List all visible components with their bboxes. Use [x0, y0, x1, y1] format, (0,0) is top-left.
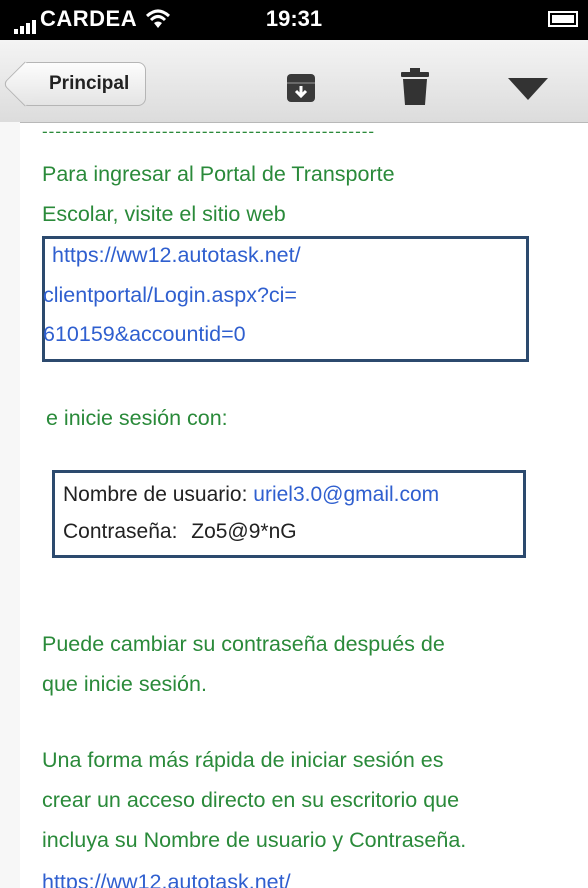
portal-link-highlight: https://ww12.autotask.net/ clientportal/… [42, 236, 529, 362]
battery-icon [548, 11, 578, 27]
trash-icon[interactable] [400, 68, 430, 106]
divider-line: ----------------------------------------… [42, 122, 376, 141]
back-button-label: Principal [49, 73, 130, 94]
clock: 19:31 [265, 6, 323, 31]
login-prompt: e inicie sesión con: [46, 406, 228, 430]
password-label: Contraseña: [63, 520, 178, 543]
left-edge [0, 122, 20, 888]
email-body: ----------------------------------------… [20, 122, 588, 888]
mail-toolbar: Principal [0, 40, 588, 123]
intro-text-line1: Para ingresar al Portal de Transporte [42, 162, 395, 186]
archive-icon[interactable] [286, 73, 316, 103]
status-bar: CARDEA 19:31 [0, 0, 588, 40]
portal-link-line2[interactable]: clientportal/Login.aspx?ci= [43, 283, 297, 308]
password-value: Zo5@9*nG [191, 520, 297, 543]
chevron-down-icon[interactable] [508, 78, 548, 100]
username-label: Nombre de usuario: [63, 483, 248, 506]
intro-text-line2: Escolar, visite el sitio web [42, 202, 286, 226]
shortcut-text-line1: Una forma más rápida de iniciar sesión e… [42, 748, 444, 772]
password-row: Contraseña: Zo5@9*nG [63, 520, 297, 544]
portal-link-line3[interactable]: 610159&accountid=0 [43, 322, 246, 347]
username-row: Nombre de usuario: uriel3.0@gmail.com [63, 483, 439, 507]
shortcut-text-line3: incluya su Nombre de usuario y Contraseñ… [42, 828, 467, 852]
shortcut-link-partial[interactable]: https://ww12.autotask.net/ [42, 864, 291, 888]
username-email-link[interactable]: uriel3.0@gmail.com [253, 483, 439, 506]
credentials-highlight: Nombre de usuario: uriel3.0@gmail.com Co… [52, 470, 526, 558]
change-password-line1: Puede cambiar su contraseña después de [42, 632, 445, 656]
change-password-line2: que inicie sesión. [42, 672, 207, 696]
portal-link-line1[interactable]: https://ww12.autotask.net/ [52, 243, 301, 268]
shortcut-text-line2: crear un acceso directo en su escritorio… [42, 788, 460, 812]
back-button[interactable]: Principal [20, 62, 147, 106]
